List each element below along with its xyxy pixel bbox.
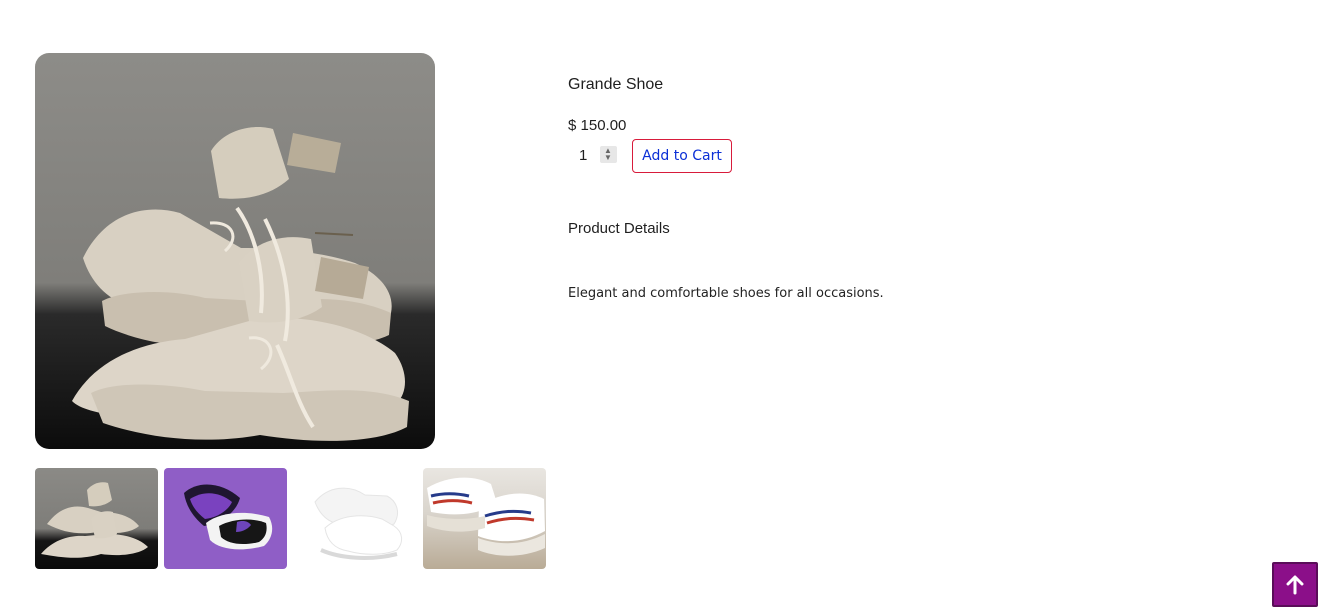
main-product-image xyxy=(35,53,435,449)
product-details-heading: Product Details xyxy=(568,220,670,237)
product-price: $ 150.00 xyxy=(568,117,627,134)
product-title: Grande Shoe xyxy=(568,76,664,93)
quantity-value[interactable]: 1 xyxy=(579,147,587,164)
thumbnail-strip xyxy=(35,468,546,569)
product-description: Elegant and comfortable shoes for all oc… xyxy=(568,286,884,301)
thumbnail-purple-sneakers[interactable] xyxy=(164,468,287,569)
thumbnail-beige-sneakers[interactable] xyxy=(35,468,158,569)
chevron-down-icon[interactable]: ▼ xyxy=(604,154,612,162)
thumbnail-striped-sneakers[interactable] xyxy=(423,468,546,569)
quantity-stepper[interactable]: 1 ▲ ▼ xyxy=(568,146,620,168)
add-to-cart-button[interactable]: Add to Cart xyxy=(632,139,732,173)
thumbnail-white-sneakers[interactable] xyxy=(293,468,416,569)
scroll-to-top-button[interactable] xyxy=(1272,562,1318,607)
quantity-spinner[interactable]: ▲ ▼ xyxy=(600,146,617,163)
arrow-up-icon xyxy=(1286,575,1304,595)
